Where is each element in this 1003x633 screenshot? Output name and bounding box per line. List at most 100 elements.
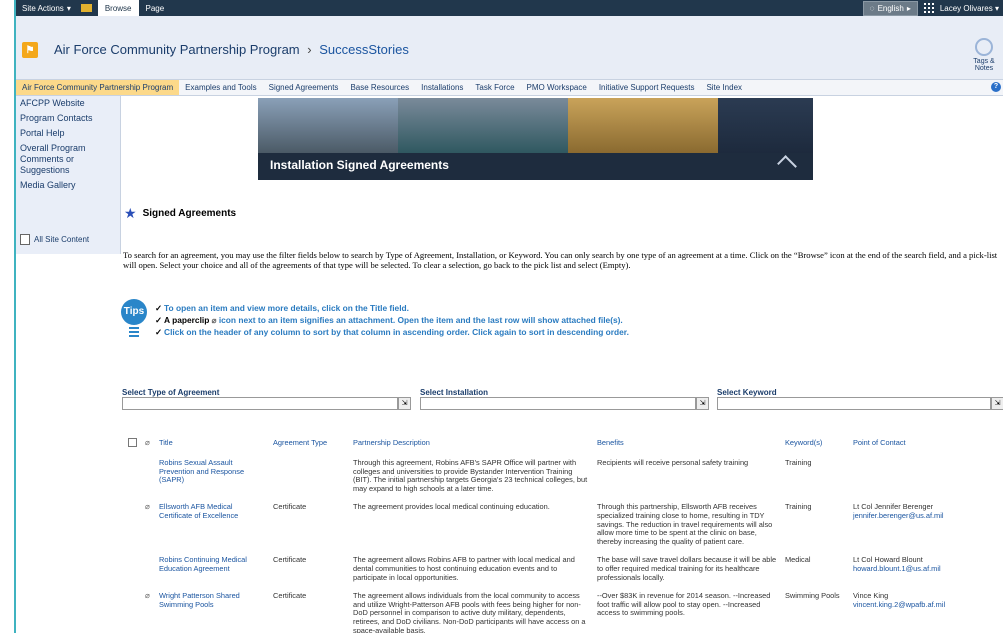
row-benefits: Through this partnership, Ellsworth AFB … [597,502,773,546]
star-icon: ★ [124,205,137,221]
topnav-item-base-resources[interactable]: Base Resources [344,80,415,95]
row-agreement-type: Certificate [273,555,307,565]
table-row: Robins Continuing Medical Education Agre… [124,554,977,590]
row-contact: Vince King vincent.king.2@wpafb.af.mil [849,590,977,633]
user-menu[interactable]: Lacey Olivares ▾ [940,4,999,13]
contact-email[interactable]: jennifer.berenger@us.af.mil [853,511,973,521]
browser-frame: Site Actions ▾ Browse Page ◌ English ▸ L… [14,0,1003,633]
row-benefits: Recipients will receive personal safety … [597,458,749,467]
banner-photo-aircraft [258,98,398,153]
row-description: The agreement allows individuals from th… [353,591,586,633]
page-heading: ★ Signed Agreements [124,205,236,222]
leftnav-item-comments[interactable]: Overall Program Comments or Suggestions [16,141,120,178]
filter-installation-label: Select Installation [420,388,489,397]
col-header-agreement-type[interactable]: Agreement Type [269,436,349,457]
top-navigation: Air Force Community Partnership Program … [16,80,1003,96]
topnav-item-task-force[interactable]: Task Force [469,80,520,95]
language-label: English [877,3,904,13]
table-row: ⌀ Wright Patterson Shared Swimming Pools… [124,590,977,633]
topnav-item-home[interactable]: Air Force Community Partnership Program [16,80,180,95]
col-header-benefits[interactable]: Benefits [593,436,781,457]
tip-text-2a: A [164,315,173,325]
site-title-link[interactable]: Air Force Community Partnership Program [54,42,300,57]
banner-photo-pipeline [568,98,718,153]
contact-email[interactable]: howard.blount.1@us.af.mil [853,564,973,574]
intro-text: To search for an agreement, you may use … [123,250,998,270]
topnav-item-site-index[interactable]: Site Index [700,80,748,95]
site-logo-icon[interactable]: ⚑ [22,42,38,58]
leftnav-item-afcpp-website[interactable]: AFCPP Website [16,96,120,111]
tip-text-1: To open an item and view more details, c… [164,303,409,313]
attachment-header-icon[interactable]: ⌀ [141,436,155,457]
topnav-item-examples[interactable]: Examples and Tools [179,80,262,95]
tags-notes-label: Tags & Notes [973,58,995,72]
filter-keyword-label: Select Keyword [717,388,777,397]
leftnav-item-media-gallery[interactable]: Media Gallery [16,178,120,193]
tab-browse[interactable]: Browse [97,0,139,16]
all-site-content-link[interactable]: All Site Content [20,234,89,245]
col-header-title[interactable]: Title [155,436,269,457]
tab-page[interactable]: Page [139,0,172,16]
leftnav-item-portal-help[interactable]: Portal Help [16,126,120,141]
tip-line-1: ✓ To open an item and view more details, … [155,303,409,313]
background-window-edge [0,100,14,600]
topnav-item-initiative-support[interactable]: Initiative Support Requests [593,80,701,95]
tips-box: Tips ✓ To open an item and view more deta… [121,297,721,347]
chevron-down-icon: ▾ [994,3,999,13]
tip-text-2b: paperclip [172,315,210,325]
row-title-link[interactable]: Robins Sexual Assault Prevention and Res… [155,457,269,501]
row-keywords: Training [785,458,812,467]
breadcrumb-separator: › [307,42,312,57]
checkmark-icon: ✓ [155,315,163,325]
tag-icon [975,38,993,56]
site-header: ⚑ Air Force Community Partnership Progra… [16,16,1003,80]
chevron-down-icon: ▾ [66,3,71,13]
col-header-description[interactable]: Partnership Description [349,436,593,457]
tip-line-2: ✓ A paperclip ⌀ icon next to an item sign… [155,315,623,325]
page-title: Signed Agreements [142,208,237,219]
site-actions-menu[interactable]: Site Actions ▾ [16,4,77,13]
chevron-right-icon: ▸ [906,3,911,13]
row-contact: Lt Col Jennifer Berenger jennifer.berenge… [849,501,977,554]
ribbon-bar: Site Actions ▾ Browse Page ◌ English ▸ L… [16,0,1003,16]
contact-email[interactable]: vincent.king.2@wpafb.af.mil [853,600,973,610]
topnav-item-installations[interactable]: Installations [415,80,469,95]
leftnav-item-program-contacts[interactable]: Program Contacts [16,111,120,126]
table-header-row: ⌀ Title Agreement Type Partnership Descr… [124,436,977,457]
topnav-item-signed-agreements[interactable]: Signed Agreements [263,80,345,95]
all-site-content-label: All Site Content [34,235,90,244]
filter-installation-input[interactable] [420,397,696,410]
row-description: The agreement allows Robins AFB to partn… [353,555,575,582]
row-title-link[interactable]: Ellsworth AFB Medical Certificate of Exc… [155,501,269,554]
row-title-link[interactable]: Wright Patterson Shared Swimming Pools [155,590,269,633]
globe-icon: ◌ [869,3,875,13]
row-description: The agreement provides local medical con… [353,502,550,512]
tips-lightbulb-icon: Tips [121,299,147,325]
row-agreement-type: Certificate [273,591,307,601]
row-keywords: Medical [785,555,811,565]
banner-image: Installation Signed Agreements [258,98,813,180]
col-header-keywords[interactable]: Keyword(s) [781,436,849,457]
topnav-item-pmo-workspace[interactable]: PMO Workspace [521,80,593,95]
navigate-up-icon[interactable] [80,4,92,12]
checkmark-icon: ✓ [155,303,163,313]
quick-launch: AFCPP Website Program Contacts Portal He… [16,96,121,254]
table-row: ⌀ Ellsworth AFB Medical Certificate of E… [124,501,977,554]
browse-icon[interactable]: ⇲ [991,397,1003,410]
col-header-contact[interactable]: Point of Contact [849,436,977,457]
help-icon[interactable]: ? [991,82,1001,92]
select-all-checkbox[interactable] [124,436,141,457]
tags-notes-button[interactable]: Tags & Notes [969,38,999,72]
current-page-title: SuccessStories [319,42,409,57]
browse-icon[interactable]: ⇲ [398,397,411,410]
document-icon [20,234,30,245]
row-title-link[interactable]: Robins Continuing Medical Education Agre… [155,554,269,590]
browse-icon[interactable]: ⇲ [696,397,709,410]
filter-type-input[interactable] [122,397,398,410]
filter-keyword-input[interactable] [717,397,991,410]
checkmark-icon: ✓ [155,327,163,337]
breadcrumb: Air Force Community Partnership Program … [54,42,409,57]
app-launcher-icon[interactable] [923,3,934,13]
language-selector[interactable]: ◌ English ▸ [862,0,918,16]
row-description: Through this agreement, Robins AFB's SAP… [353,458,588,493]
